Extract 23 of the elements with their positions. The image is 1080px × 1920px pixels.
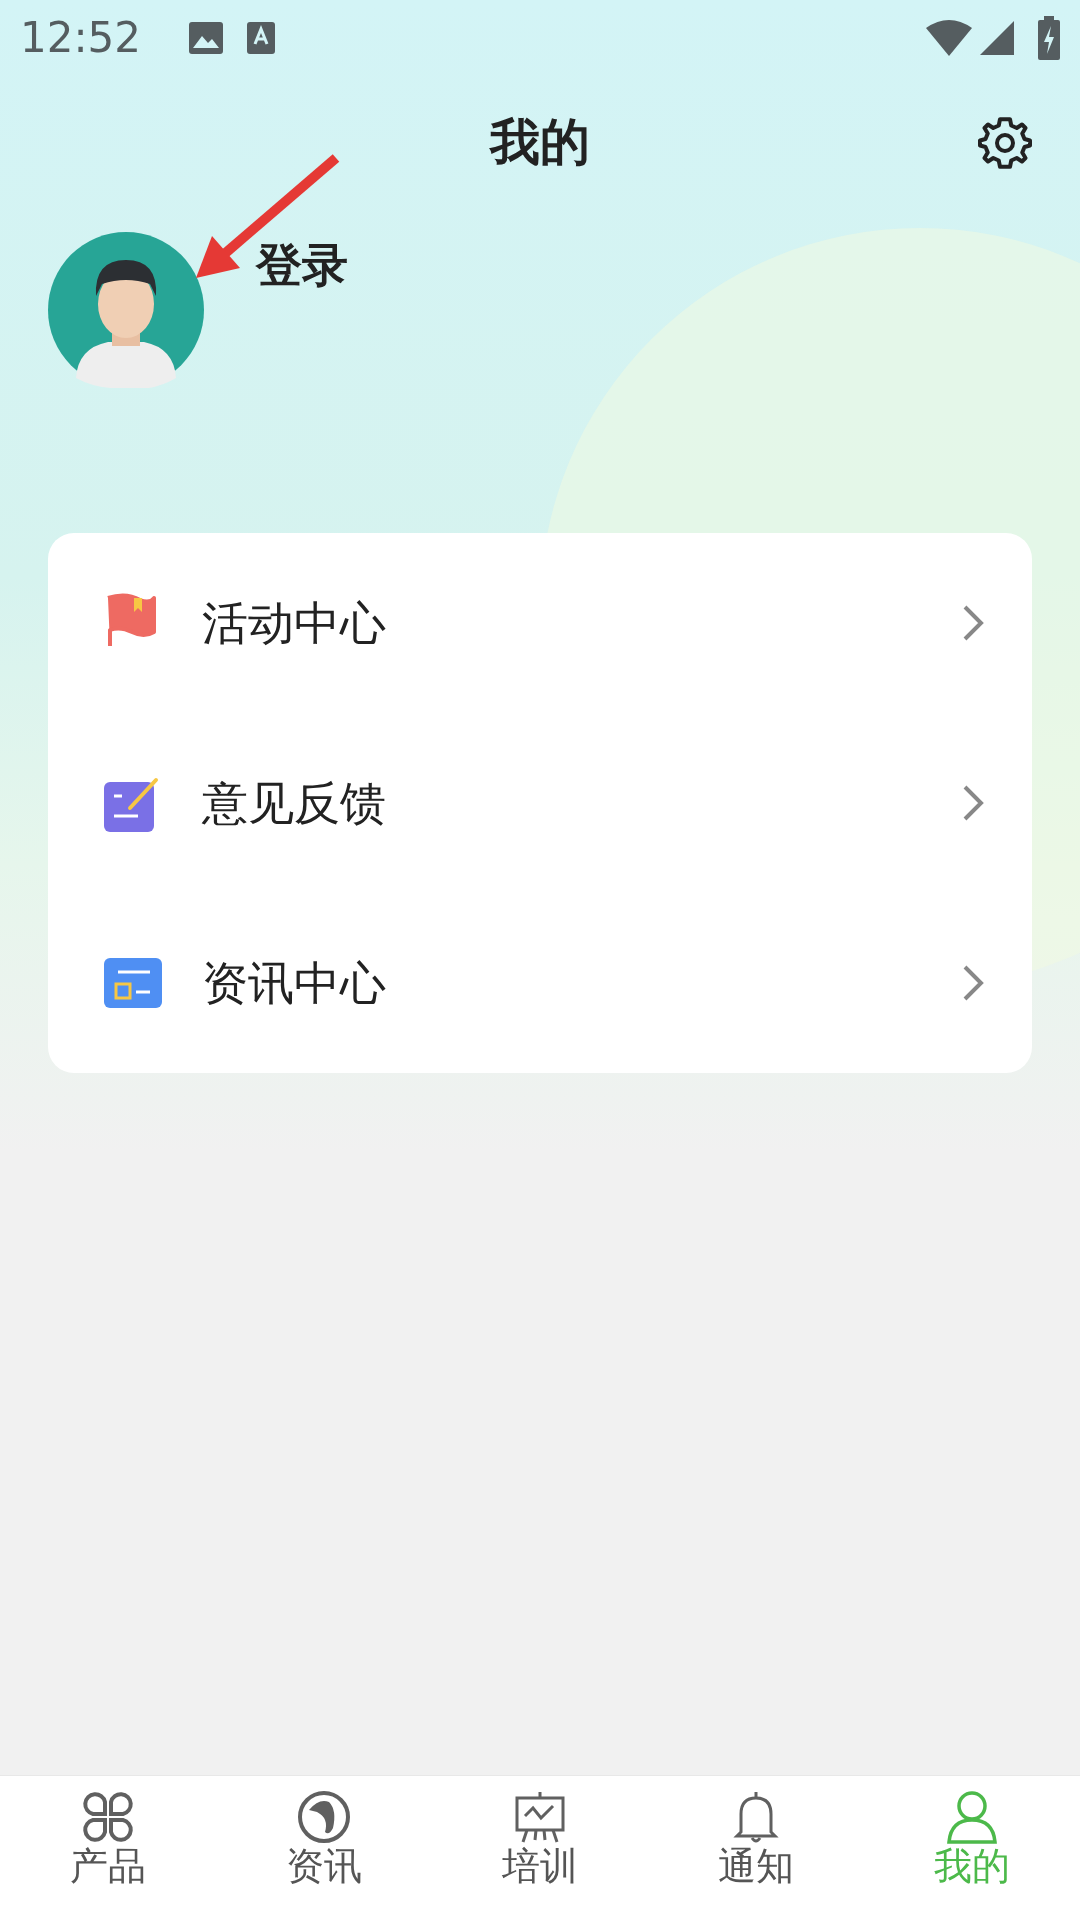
nav-tab[interactable]: 资讯 bbox=[216, 1776, 432, 1920]
menu-label: 意见反馈 bbox=[202, 774, 386, 832]
nav-tab[interactable]: 培训 bbox=[432, 1776, 648, 1920]
menu-label: 资讯中心 bbox=[202, 954, 386, 1012]
menu-item[interactable]: 活动中心 bbox=[48, 533, 1032, 713]
image-icon bbox=[189, 21, 224, 54]
menu-label: 活动中心 bbox=[202, 594, 386, 652]
page-title: 我的 bbox=[490, 112, 590, 173]
globe-icon bbox=[295, 1788, 353, 1846]
nav-tab[interactable]: 产品 bbox=[0, 1776, 216, 1920]
battery-icon bbox=[1038, 15, 1060, 60]
chevron-right-icon bbox=[962, 604, 984, 642]
nav-tab[interactable]: 通知 bbox=[648, 1776, 864, 1920]
login-link[interactable]: 登录 bbox=[256, 230, 348, 300]
menu-item[interactable]: 意见反馈 bbox=[48, 713, 1032, 893]
wifi-icon bbox=[926, 19, 972, 56]
avatar-icon[interactable] bbox=[48, 232, 204, 388]
signal-icon bbox=[980, 20, 1014, 55]
text-app-icon bbox=[247, 21, 276, 54]
chevron-right-icon bbox=[962, 784, 984, 822]
chevron-right-icon bbox=[962, 964, 984, 1002]
menu-item[interactable]: 资讯中心 bbox=[48, 893, 1032, 1073]
status-time: 12:52 bbox=[20, 12, 142, 64]
